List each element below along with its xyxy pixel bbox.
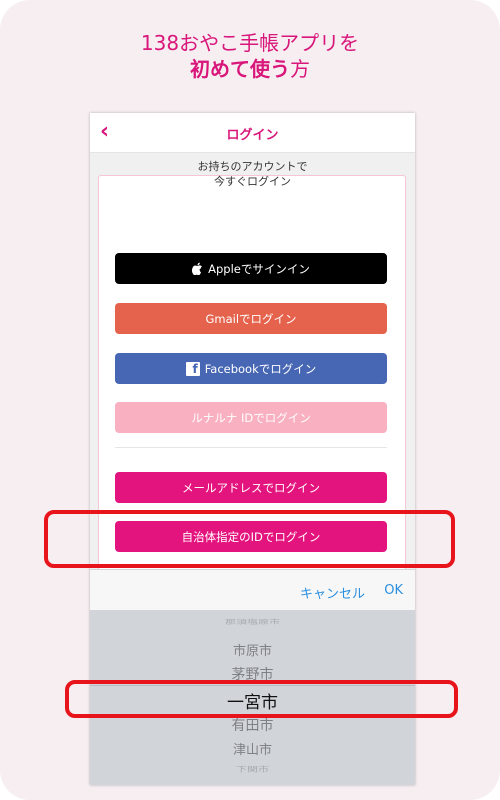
login-prompt-line2: 今すぐログイン [214,175,291,188]
picker-option[interactable]: 有田市 [90,715,415,735]
login-prompt: お持ちのアカウントで 今すぐログイン [90,159,415,189]
apple-logo-icon [192,262,203,275]
login-prompt-line1: お持ちのアカウントで [197,160,308,173]
divider [115,447,387,448]
background-card: 138おやこ手帳アプリを 初めて使う方 ‹ ログイン お持ちのアカウントで 今す… [0,0,500,800]
headline-line2: 初めて使う方 [0,56,500,82]
highlight-frame-selected-city [65,680,458,718]
headline: 138おやこ手帳アプリを 初めて使う方 [0,30,500,82]
email-login-button[interactable]: メールアドレスでログイン [115,472,387,503]
lunaluna-login-button[interactable]: ルナルナ IDでログイン [115,402,387,433]
lunaluna-login-label: ルナルナ IDでログイン [191,410,311,425]
headline-suffix: 方 [290,57,310,81]
ok-button[interactable]: OK [384,583,403,598]
page-title: ログイン [226,128,279,143]
gmail-login-label: Gmailでログイン [205,311,297,326]
gmail-login-button[interactable]: Gmailでログイン [115,303,387,334]
picker-option[interactable]: 津山市 [90,739,415,758]
apple-signin-label: Appleでサインイン [208,261,310,276]
picker-option[interactable]: 那須塩原市 [90,618,415,627]
picker-option[interactable]: 市原市 [90,640,415,659]
facebook-login-button[interactable]: f Facebookでログイン [115,353,387,384]
nav-bar: ‹ ログイン [90,113,415,153]
email-login-label: メールアドレスでログイン [182,480,320,495]
facebook-logo-icon: f [185,361,200,376]
apple-signin-button[interactable]: Appleでサインイン [115,253,387,284]
facebook-login-label: Facebookでログイン [204,361,317,376]
picker-toolbar: キャンセル OK [90,569,415,610]
highlight-frame-municipality-button [44,510,455,568]
headline-line1: 138おやこ手帳アプリを [140,31,360,55]
cancel-button[interactable]: キャンセル [300,583,365,602]
headline-emphasis: 初めて使う [190,57,290,81]
picker-option[interactable]: 下関市 [90,764,415,774]
